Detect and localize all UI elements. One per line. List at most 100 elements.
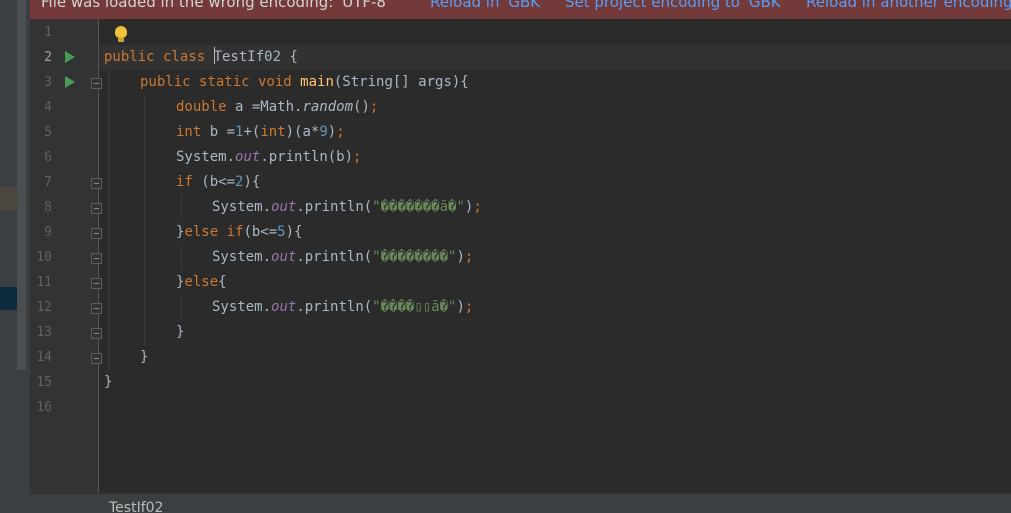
semicolon: ; — [473, 199, 482, 215]
code-text: System. — [212, 299, 272, 315]
code-line-15[interactable]: } — [104, 370, 112, 395]
project-tree-row-highlight[interactable] — [0, 187, 17, 210]
code-text: System. — [212, 249, 272, 265]
set-project-encoding-link[interactable]: Set project encoding to 'GBK' — [565, 0, 785, 11]
code-line-14[interactable]: } — [140, 345, 148, 370]
breadcrumb-item-class[interactable]: TestIf02 — [109, 500, 163, 513]
code-text: { — [218, 274, 227, 290]
code-text: .println( — [296, 299, 373, 315]
keyword: public class — [104, 49, 214, 65]
code-line-5[interactable]: int b =1+(int)(a*9); — [176, 120, 345, 145]
code-line-4[interactable]: double a =Math.random(); — [176, 95, 378, 120]
line-number[interactable]: 10 — [30, 245, 52, 270]
code-text: (b<= — [243, 224, 278, 240]
static-method: random — [302, 99, 354, 115]
keyword: else if — [184, 224, 244, 240]
panel-scrollbar[interactable] — [17, 0, 26, 370]
project-panel-edge[interactable] — [0, 0, 17, 513]
line-number[interactable]: 16 — [30, 395, 52, 420]
line-number[interactable]: 1 — [30, 20, 52, 45]
indent-guide — [108, 70, 109, 370]
indent-guide — [144, 95, 145, 345]
static-field: out — [271, 249, 297, 265]
run-main-icon[interactable] — [65, 76, 75, 88]
code-text: ){ — [285, 224, 303, 240]
semicolon: ; — [369, 99, 379, 115]
fold-marker-icon[interactable] — [91, 278, 102, 289]
code-line-2[interactable]: public class TestIf02 { — [104, 45, 298, 70]
code-text: )(a* — [285, 124, 320, 140]
keyword: double — [176, 99, 236, 115]
line-number[interactable]: 9 — [30, 220, 52, 245]
reload-another-encoding-link[interactable]: Reload in another encoding — [806, 0, 1011, 11]
line-number[interactable]: 7 — [30, 170, 52, 195]
code-text: a =Math. — [235, 99, 303, 115]
line-number[interactable]: 6 — [30, 145, 52, 170]
line-number[interactable]: 4 — [30, 95, 52, 120]
fold-marker-icon[interactable] — [91, 178, 102, 189]
indent-guide — [181, 195, 182, 220]
number-literal: 9 — [319, 124, 328, 140]
keyword: public static void — [140, 74, 301, 90]
encoding-notification-banner: File was loaded in the wrong encoding: '… — [30, 0, 1011, 19]
static-field: out — [235, 149, 261, 165]
code-text: ){ — [243, 174, 261, 190]
line-number[interactable]: 14 — [30, 345, 52, 370]
code-line-13[interactable]: } — [176, 320, 184, 345]
fold-marker-icon[interactable] — [91, 353, 102, 364]
string-literal: "�������ã�" — [372, 199, 465, 215]
class-name: TestIf02 — [213, 49, 282, 65]
code-line-11[interactable]: }else{ — [176, 270, 227, 295]
panel-scrollbar-track — [17, 370, 26, 513]
lightbulb-icon[interactable] — [115, 26, 127, 42]
fold-marker-icon[interactable] — [91, 203, 102, 214]
code-text: (String[] args){ — [333, 74, 469, 90]
fold-marker-icon[interactable] — [91, 253, 102, 264]
code-line-3[interactable]: public static void main(String[] args){ — [140, 70, 469, 95]
indent-guide — [181, 245, 182, 270]
keyword: else — [184, 274, 219, 290]
code-text: System. — [212, 199, 272, 215]
line-number[interactable]: 5 — [30, 120, 52, 145]
line-number[interactable]: 11 — [30, 270, 52, 295]
run-class-icon[interactable] — [65, 51, 75, 63]
semicolon: ; — [464, 249, 474, 265]
code-text: .println( — [296, 199, 373, 215]
ide-window: File was loaded in the wrong encoding: '… — [0, 0, 1011, 513]
line-number[interactable]: 3 — [30, 70, 52, 95]
indent-guide — [181, 295, 182, 320]
line-number[interactable]: 12 — [30, 295, 52, 320]
method-name: main — [300, 74, 334, 90]
code-text: ) — [456, 249, 465, 265]
reload-in-gbk-link[interactable]: Reload in 'GBK' — [430, 0, 544, 11]
code-text: { — [281, 49, 298, 65]
line-number[interactable]: 2 — [30, 45, 52, 70]
line-number[interactable]: 13 — [30, 320, 52, 345]
code-text: b = — [209, 124, 236, 140]
line-number[interactable]: 8 — [30, 195, 52, 220]
keyword: if — [176, 174, 202, 190]
code-line-9[interactable]: }else if(b<=5){ — [176, 220, 302, 245]
fold-marker-icon[interactable] — [91, 303, 102, 314]
code-text: +( — [243, 124, 261, 140]
code-text: .println( — [296, 249, 373, 265]
project-tree-row-selected[interactable] — [0, 287, 17, 310]
fold-marker-icon[interactable] — [91, 328, 102, 339]
code-line-8[interactable]: System.out.println("�������ã�"); — [212, 195, 482, 220]
keyword: int — [260, 124, 286, 140]
string-literal: "��������" — [372, 249, 457, 265]
code-text: System. — [176, 149, 236, 165]
line-number[interactable]: 15 — [30, 370, 52, 395]
string-literal: "����▯▯ã�" — [372, 299, 457, 315]
code-line-10[interactable]: System.out.println("��������"); — [212, 245, 473, 270]
fold-marker-icon[interactable] — [91, 78, 102, 89]
code-line-7[interactable]: if (b<=2){ — [176, 170, 260, 195]
code-text: () — [353, 99, 370, 115]
fold-marker-icon[interactable] — [91, 228, 102, 239]
encoding-warning-text: File was loaded in the wrong encoding: '… — [41, 0, 391, 11]
code-text: .println(b) — [260, 149, 354, 165]
code-line-12[interactable]: System.out.println("����▯▯ã�"); — [212, 295, 473, 320]
code-text: ) — [456, 299, 465, 315]
code-line-6[interactable]: System.out.println(b); — [176, 145, 361, 170]
breadcrumb-bar: TestIf02 — [30, 493, 1011, 513]
